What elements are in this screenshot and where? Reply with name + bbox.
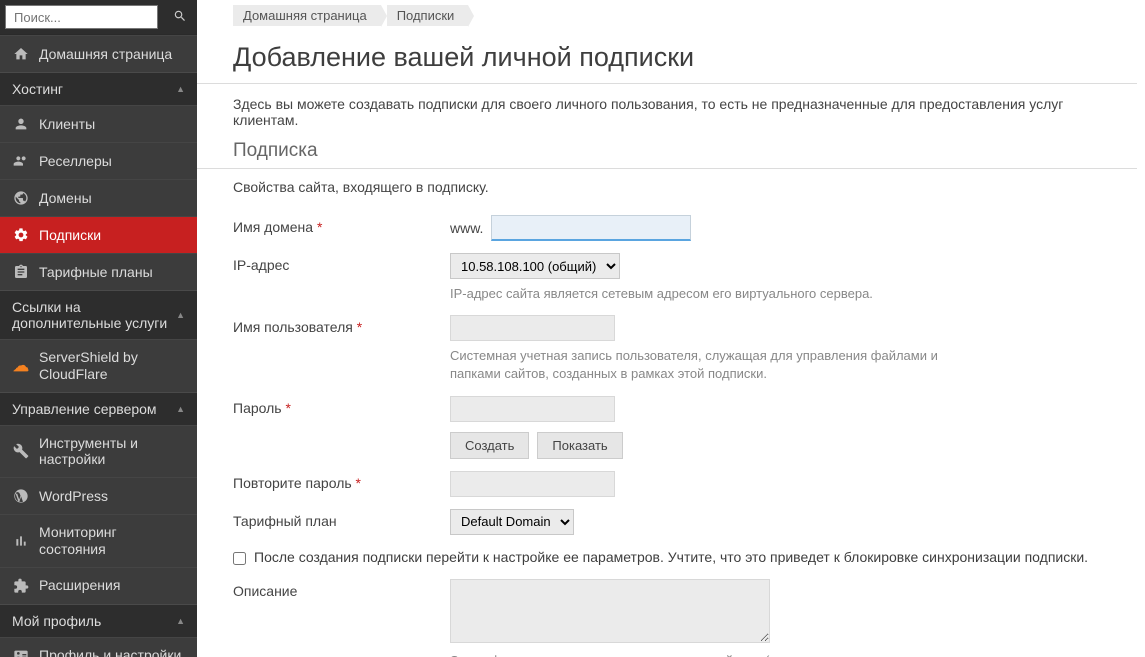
nav-tools-label: Инструменты и настройки	[39, 435, 185, 469]
person-icon	[12, 115, 30, 133]
search-box	[0, 0, 197, 35]
label-password: Пароль *	[233, 396, 450, 416]
row-repeat-password: Повторите пароль *	[197, 465, 1137, 503]
globe-icon	[12, 189, 30, 207]
search-input[interactable]	[5, 5, 158, 29]
nav-section-profile-label: Мой профиль	[12, 613, 101, 629]
section-desc: Свойства сайта, входящего в подписку.	[197, 179, 1137, 209]
nav-domains-label: Домены	[39, 190, 92, 207]
search-button[interactable]	[163, 0, 197, 34]
description-textarea[interactable]	[450, 579, 770, 643]
puzzle-icon	[12, 577, 30, 595]
nav-section-server-label: Управление сервером	[12, 401, 157, 417]
repeat-password-input[interactable]	[450, 471, 615, 497]
domain-input[interactable]	[491, 215, 691, 241]
nav-plans[interactable]: Тарифные планы	[0, 253, 197, 290]
sidebar: Домашняя страница Хостинг ▲ Клиенты Ресе…	[0, 0, 197, 657]
nav-section-server[interactable]: Управление сервером ▲	[0, 392, 197, 425]
label-domain: Имя домена *	[233, 215, 450, 235]
tools-icon	[12, 442, 30, 460]
search-icon	[173, 9, 187, 26]
show-button[interactable]: Показать	[537, 432, 622, 459]
label-repeat-password-text: Повторите пароль	[233, 475, 352, 491]
row-plan: Тарифный план Default Domain	[197, 503, 1137, 541]
nav-home-label: Домашняя страница	[39, 46, 172, 63]
breadcrumb: Домашняя страница Подписки	[197, 5, 1137, 36]
wordpress-icon	[12, 487, 30, 505]
ip-select[interactable]: 10.58.108.100 (общий)	[450, 253, 620, 279]
clipboard-icon	[12, 263, 30, 281]
nav-servershield[interactable]: ☁ ServerShield by CloudFlare	[0, 339, 197, 392]
nav-subscriptions-label: Подписки	[39, 227, 101, 244]
required-icon: *	[317, 219, 322, 235]
proceed-checkbox[interactable]	[233, 552, 246, 565]
nav-clients-label: Клиенты	[39, 116, 95, 133]
nav-section-addons[interactable]: Ссылки на дополнительные услуги ▲	[0, 290, 197, 339]
nav-wordpress-label: WordPress	[39, 488, 108, 505]
nav-monitoring-label: Мониторинг состояния	[39, 524, 185, 558]
nav-resellers[interactable]: Реселлеры	[0, 142, 197, 179]
page-title: Добавление вашей личной подписки	[197, 36, 1137, 84]
label-ip: IP-адрес	[233, 253, 450, 273]
help-ip: IP-адрес сайта является сетевым адресом …	[450, 285, 960, 303]
nav-monitoring[interactable]: Мониторинг состояния	[0, 514, 197, 567]
row-description: Описание Эта информация видна только хос…	[197, 573, 1137, 657]
nav-extensions-label: Расширения	[39, 577, 120, 594]
label-description: Описание	[233, 579, 450, 599]
label-plan: Тарифный план	[233, 509, 450, 529]
nav-resellers-label: Реселлеры	[39, 153, 112, 170]
main: Домашняя страница Подписки Добавление ва…	[197, 0, 1145, 657]
chevron-up-icon: ▲	[176, 310, 185, 320]
label-domain-text: Имя домена	[233, 219, 313, 235]
breadcrumb-subscriptions[interactable]: Подписки	[387, 5, 469, 26]
breadcrumb-home[interactable]: Домашняя страница	[233, 5, 381, 26]
cloudflare-icon: ☁	[12, 357, 30, 375]
chevron-up-icon: ▲	[176, 616, 185, 626]
row-ip: IP-адрес 10.58.108.100 (общий) IP-адрес …	[197, 247, 1137, 309]
password-input[interactable]	[450, 396, 615, 422]
nav-domains[interactable]: Домены	[0, 179, 197, 216]
nav-plans-label: Тарифные планы	[39, 264, 153, 281]
nav-profile-settings-label: Профиль и настройки	[39, 647, 181, 657]
section-title: Подписка	[197, 140, 1137, 169]
row-domain: Имя домена * www.	[197, 209, 1137, 247]
home-icon	[12, 45, 30, 63]
checkbox-label: После создания подписки перейти к настро…	[254, 549, 1088, 565]
nav-home[interactable]: Домашняя страница	[0, 35, 197, 72]
nav-clients[interactable]: Клиенты	[0, 105, 197, 142]
nav-wordpress[interactable]: WordPress	[0, 477, 197, 514]
gear-icon	[12, 226, 30, 244]
nav-section-hosting-label: Хостинг	[12, 81, 63, 97]
username-input[interactable]	[450, 315, 615, 341]
required-icon: *	[357, 319, 362, 335]
nav-extensions[interactable]: Расширения	[0, 567, 197, 604]
help-description: Эта информация видна только хостинг-пров…	[450, 652, 960, 657]
label-username-text: Имя пользователя	[233, 319, 353, 335]
label-password-text: Пароль	[233, 400, 282, 416]
domain-prefix: www.	[450, 220, 483, 236]
generate-button[interactable]: Создать	[450, 432, 529, 459]
nav-subscriptions[interactable]: Подписки	[0, 216, 197, 253]
chevron-up-icon: ▲	[176, 404, 185, 414]
label-repeat-password: Повторите пароль *	[233, 471, 450, 491]
chart-icon	[12, 532, 30, 550]
nav-section-profile[interactable]: Мой профиль ▲	[0, 604, 197, 637]
required-icon: *	[285, 400, 290, 416]
page-intro: Здесь вы можете создавать подписки для с…	[197, 96, 1137, 140]
label-username: Имя пользователя *	[233, 315, 450, 335]
row-username: Имя пользователя * Системная учетная зап…	[197, 309, 1137, 389]
chevron-up-icon: ▲	[176, 84, 185, 94]
row-password: Пароль * Создать Показать	[197, 390, 1137, 465]
row-checkbox: После создания подписки перейти к настро…	[197, 541, 1137, 573]
required-icon: *	[356, 475, 361, 491]
nav-servershield-label: ServerShield by CloudFlare	[39, 349, 185, 383]
people-icon	[12, 152, 30, 170]
plan-select[interactable]: Default Domain	[450, 509, 574, 535]
id-icon	[12, 647, 30, 657]
nav-section-addons-label: Ссылки на дополнительные услуги	[12, 299, 176, 331]
nav-tools[interactable]: Инструменты и настройки	[0, 425, 197, 478]
nav-section-hosting[interactable]: Хостинг ▲	[0, 72, 197, 105]
nav-profile-settings[interactable]: Профиль и настройки	[0, 637, 197, 657]
help-username: Системная учетная запись пользователя, с…	[450, 347, 960, 383]
